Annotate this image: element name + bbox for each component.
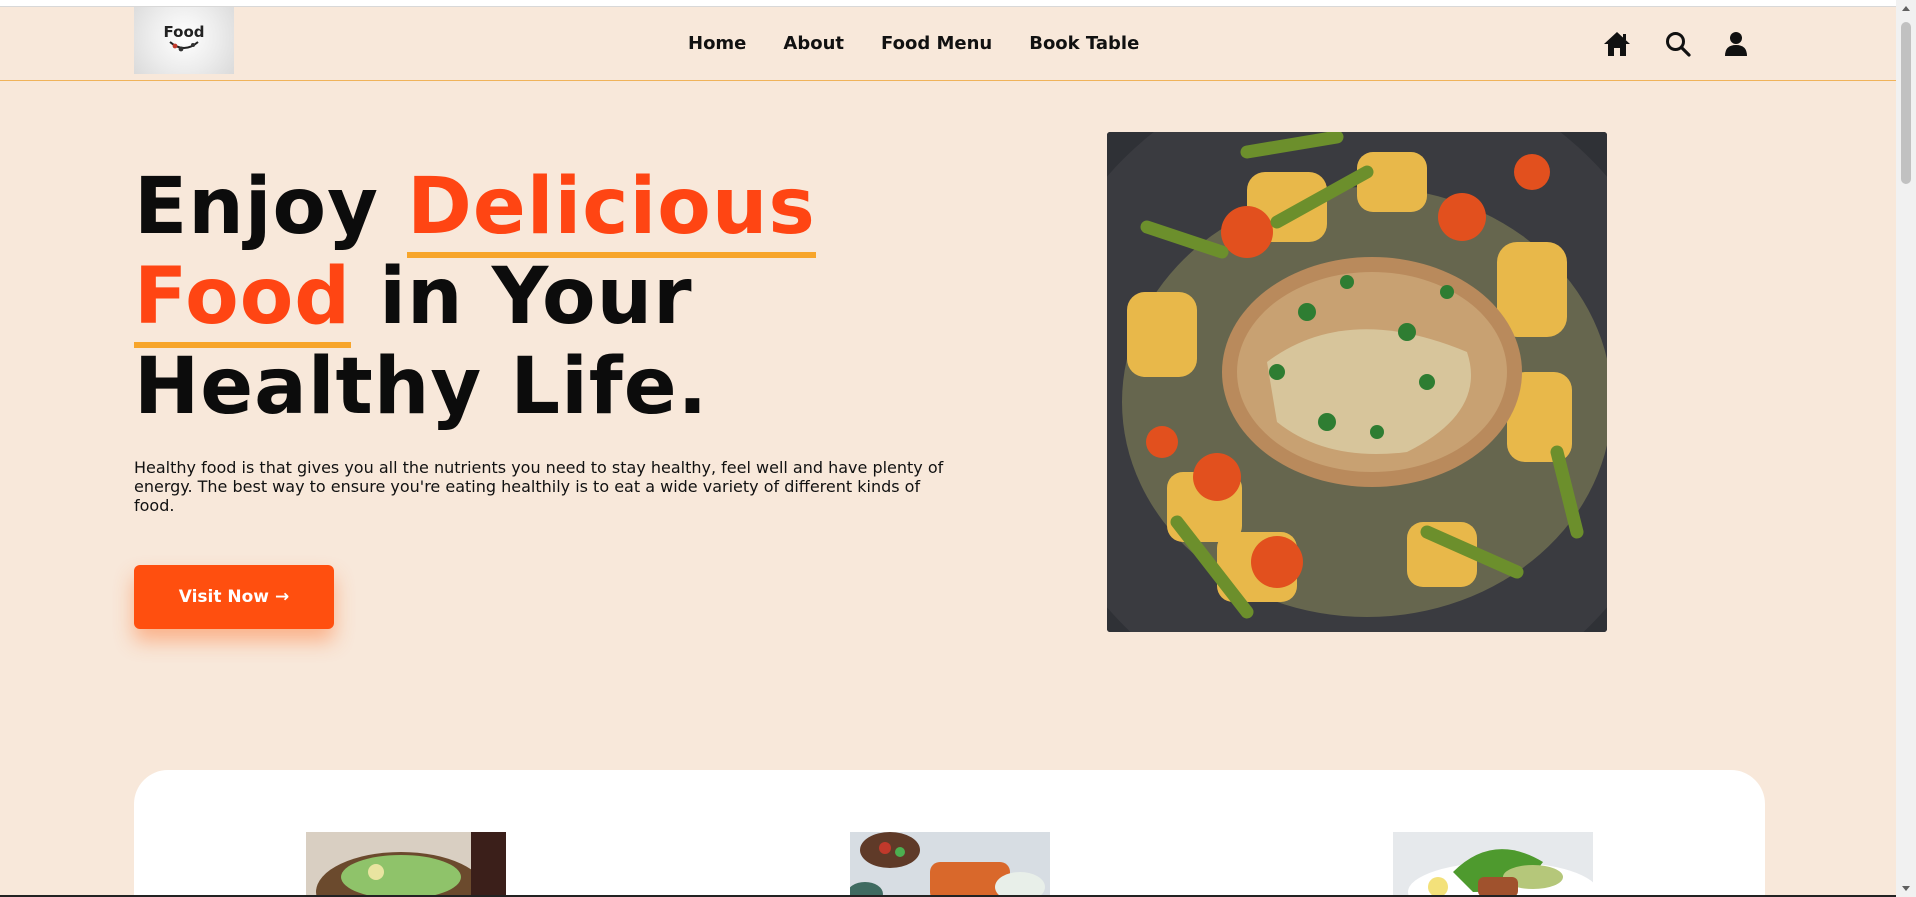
nav-food-menu[interactable]: Food Menu: [881, 33, 992, 54]
food-thumbnail-3[interactable]: [1393, 832, 1593, 897]
scrollbar-thumb[interactable]: [1901, 22, 1911, 184]
hero-title: Enjoy Delicious Food in Your Healthy Lif…: [134, 162, 816, 432]
nav-home[interactable]: Home: [688, 33, 746, 54]
main-nav: Home About Food Menu Book Table: [688, 33, 1176, 54]
user-icon[interactable]: [1724, 31, 1748, 57]
search-icon[interactable]: [1665, 31, 1691, 57]
arrow-right-icon: →: [275, 587, 290, 607]
visit-now-label: Visit Now: [178, 587, 270, 607]
nav-about[interactable]: About: [783, 33, 844, 54]
mixed-dishes-image: [850, 832, 1050, 897]
green-salad-image: [1393, 832, 1593, 897]
hero-title-line2: Food in Your: [134, 252, 693, 348]
chicken-plate-illustration: [1107, 132, 1607, 632]
logo-smile-icon: [169, 41, 199, 52]
logo[interactable]: Food: [134, 7, 234, 74]
navbar: Food Home About Food Menu Book Table: [0, 7, 1896, 81]
food-thumbnail-2[interactable]: [850, 832, 1050, 897]
hero-title-line3: Healthy Life.: [134, 342, 709, 432]
title-text-enjoy: Enjoy: [134, 162, 408, 252]
title-text-in-your: in Your: [351, 252, 693, 342]
food-thumbnail-1[interactable]: [306, 832, 506, 897]
title-highlight-delicious: Delicious: [407, 162, 816, 258]
hero-description: Healthy food is that gives you all the n…: [134, 458, 944, 515]
nav-book-table[interactable]: Book Table: [1029, 33, 1139, 54]
home-icon[interactable]: [1603, 31, 1631, 57]
visit-now-button[interactable]: Visit Now →: [134, 565, 334, 629]
scroll-up-arrow-icon[interactable]: [1900, 3, 1912, 15]
logo-text: Food: [163, 23, 205, 41]
scroll-down-arrow-icon[interactable]: [1900, 882, 1912, 894]
hero-title-line1: Enjoy Delicious: [134, 162, 816, 258]
browser-top-edge: [0, 0, 1896, 7]
hero-food-image: [1107, 132, 1607, 632]
title-highlight-food: Food: [134, 252, 352, 348]
salad-bowl-image: [306, 832, 506, 897]
